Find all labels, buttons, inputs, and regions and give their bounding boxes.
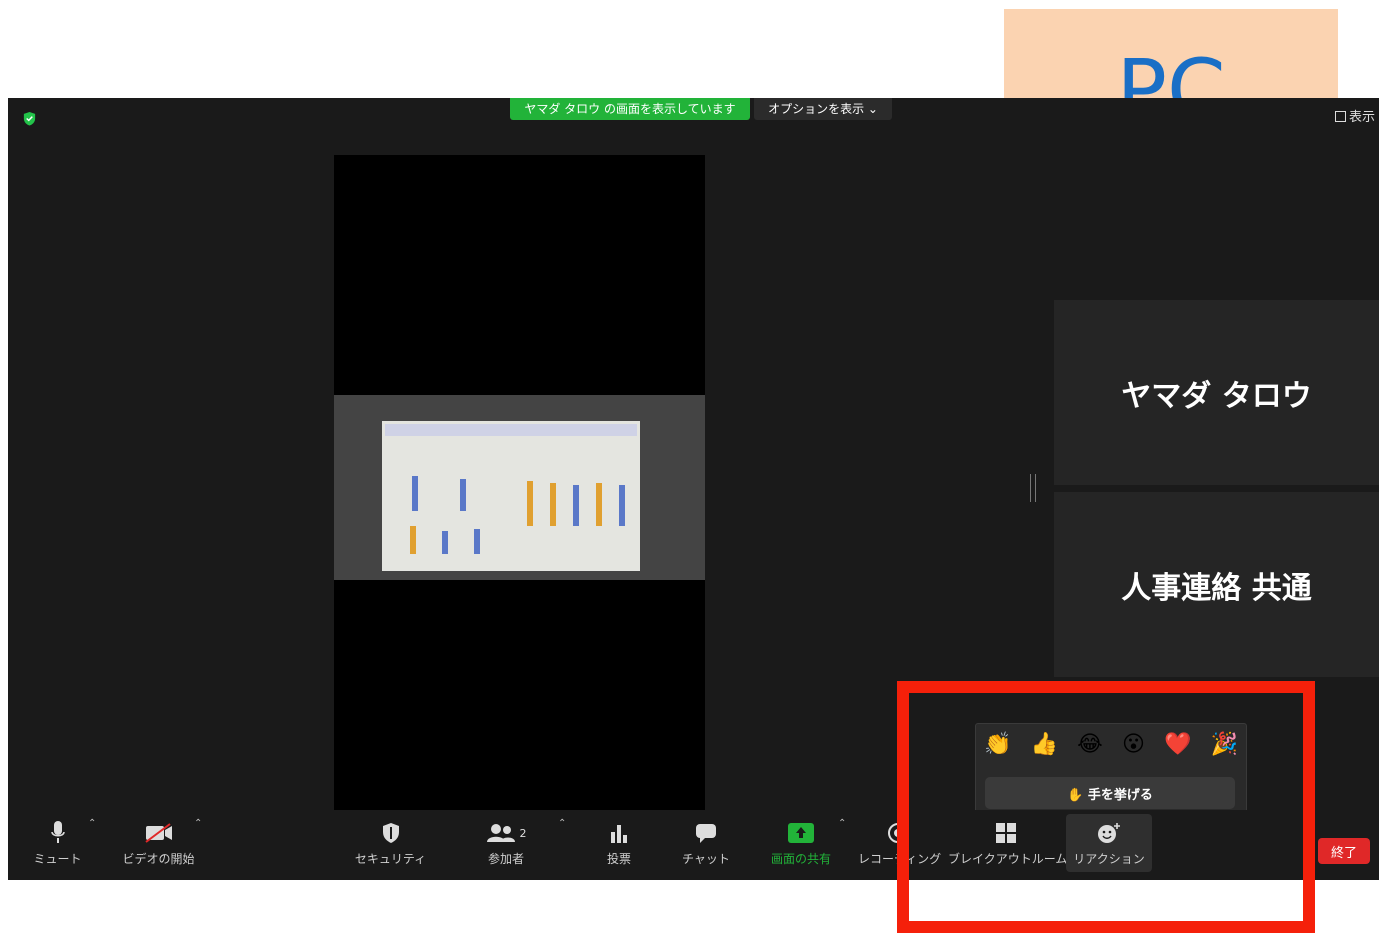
video-options-caret[interactable]: ⌃ xyxy=(194,818,202,829)
photo-bar xyxy=(412,476,418,511)
share-screen-label: 画面の共有 xyxy=(770,852,831,866)
photo-bar xyxy=(442,531,448,554)
photo-bar xyxy=(596,483,602,526)
start-video-label: ビデオの開始 xyxy=(122,852,195,866)
chat-label: チャット xyxy=(682,852,730,866)
mute-button[interactable]: ミュート xyxy=(30,820,85,867)
share-options-caret[interactable]: ⌃ xyxy=(838,818,846,829)
start-video-button[interactable]: ビデオの開始 xyxy=(116,820,201,867)
photo-bar xyxy=(619,485,625,526)
poll-button[interactable]: 投票 xyxy=(594,820,644,867)
photo-bar xyxy=(527,481,533,526)
screen-sharing-banner: ヤマダ タロウ の画面を表示しています xyxy=(510,98,750,120)
panel-resize-handle[interactable] xyxy=(1030,474,1036,502)
participant-tile[interactable]: 人事連絡 共通 xyxy=(1054,492,1379,677)
microphone-icon xyxy=(30,820,85,846)
gallery-grid-icon xyxy=(1334,111,1346,122)
share-screen-button[interactable]: 画面の共有 xyxy=(765,820,837,867)
document-photo xyxy=(382,421,640,571)
photo-bar xyxy=(550,483,556,526)
participants-count: 2 xyxy=(519,826,527,840)
photo-bar xyxy=(460,479,466,511)
view-button-label: 表示 xyxy=(1348,110,1375,125)
photo-bar xyxy=(474,529,480,554)
participants-button[interactable]: 2 参加者 xyxy=(476,820,536,867)
reaction-highlight-frame xyxy=(897,681,1315,933)
poll-chart-icon xyxy=(594,820,644,846)
chat-bubble-icon xyxy=(680,820,732,846)
participant-name: 人事連絡 共通 xyxy=(1121,570,1312,606)
view-button[interactable]: 表示 xyxy=(1334,106,1375,125)
encryption-shield-icon[interactable] xyxy=(22,111,37,126)
photo-bar xyxy=(573,485,579,526)
security-shield-icon xyxy=(353,820,428,846)
audio-options-caret[interactable]: ⌃ xyxy=(88,818,96,829)
mute-label: ミュート xyxy=(33,852,82,866)
participants-label: 参加者 xyxy=(487,852,524,866)
participant-tile[interactable]: ヤマダ タロウ xyxy=(1054,300,1379,485)
video-off-icon xyxy=(116,820,201,846)
end-meeting-button[interactable]: 終了 xyxy=(1318,838,1370,864)
poll-label: 投票 xyxy=(606,852,631,866)
participants-icon: 2 xyxy=(476,820,536,846)
security-label: セキュリティ xyxy=(354,852,427,866)
chat-button[interactable]: チャット xyxy=(680,820,732,867)
document-header-strip xyxy=(385,424,637,436)
photo-bar xyxy=(410,526,416,554)
shared-screen xyxy=(334,155,705,821)
participants-options-caret[interactable]: ⌃ xyxy=(558,818,566,829)
participant-name: ヤマダ タロウ xyxy=(1121,378,1312,414)
security-button[interactable]: セキュリティ xyxy=(353,820,428,867)
shared-photo xyxy=(334,395,705,580)
view-options-button[interactable]: オプションを表示 ⌄ xyxy=(754,98,892,120)
share-screen-icon xyxy=(765,820,837,846)
